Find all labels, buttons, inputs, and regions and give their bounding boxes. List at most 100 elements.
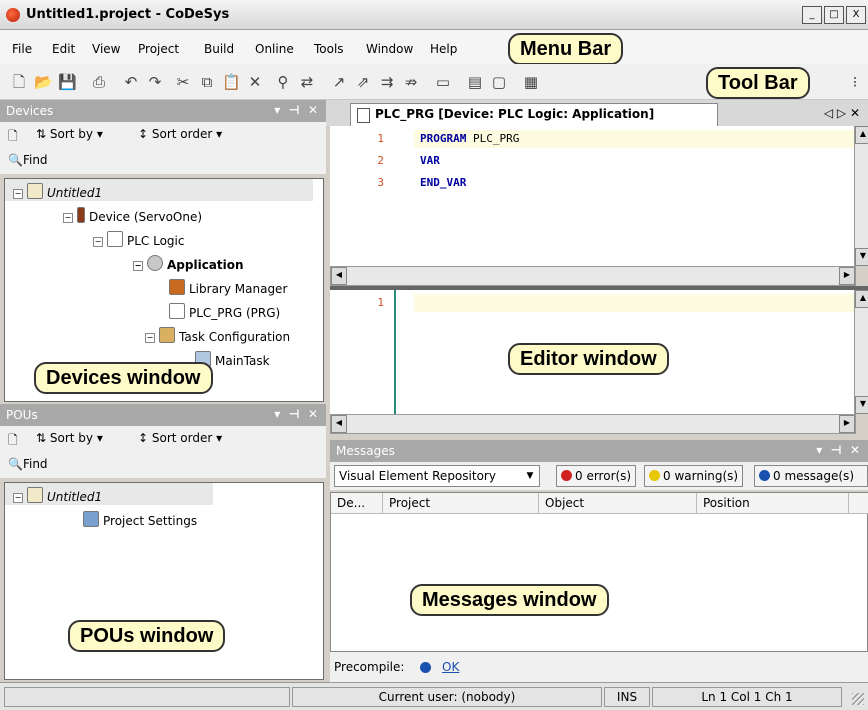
find-button[interactable]: 🔍Find [8,153,48,167]
errors-count: 0 error(s) [575,469,632,483]
scroll-left-icon[interactable]: ◀ [331,415,347,433]
devices-find-bar: 🔍Find [0,148,326,174]
editor-bottom-hscroll[interactable]: ◀ ▶ [330,414,856,434]
save-icon[interactable]: 💾 [58,73,77,91]
tree-node-library-manager[interactable]: Library Manager [169,279,287,296]
menu-build[interactable]: Build [204,42,234,56]
cut-icon[interactable]: ✂ [174,73,192,91]
tree-node-label: Project Settings [103,514,198,528]
collapse-icon[interactable]: − [13,189,23,199]
menu-file[interactable]: File [12,42,32,56]
callout-editor-window: Editor window [508,343,669,375]
message-source-select[interactable]: Visual Element Repository ▼ [334,465,540,487]
panel-controls-icon[interactable]: ▾ ⊣ ✕ [816,443,860,457]
delete-icon[interactable]: ✕ [246,73,264,91]
dropdown-arrow-icon[interactable]: ▼ [523,466,537,486]
logout-icon[interactable]: ⇏ [402,73,420,91]
precompile-status-link[interactable]: OK [442,660,459,674]
sort-order-button[interactable]: ↕ Sort order ▾ [138,127,222,141]
column-object[interactable]: Object [539,493,697,513]
editor-gutter-line [394,290,396,414]
find-button[interactable]: 🔍Find [8,457,48,471]
scroll-right-icon[interactable]: ▶ [839,415,855,433]
editor-tab-plc-prg[interactable]: PLC_PRG [Device: PLC Logic: Application] [350,103,718,126]
editor-bottom-vscroll[interactable]: ▲ ▼ [854,290,868,414]
minimize-button[interactable]: _ [802,6,822,24]
menu-help[interactable]: Help [430,42,457,56]
editor-tab-strip: PLC_PRG [Device: PLC Logic: Application]… [326,100,868,126]
build-icon[interactable]: ↗ [330,73,348,91]
add-pou-icon[interactable]: 🗋 [8,431,18,452]
message-source-value: Visual Element Repository [339,469,496,483]
editor-declaration-pane[interactable]: 1 2 3 PROGRAM PLC_PRG VAR END_VAR [330,126,854,266]
tab-nav-icons[interactable]: ◁ ▷ ✕ [824,106,860,120]
collapse-icon[interactable]: − [93,237,103,247]
collapse-icon[interactable]: − [13,493,23,503]
print-icon[interactable]: ⎙ [90,73,108,91]
column-position[interactable]: Position [697,493,849,513]
panel-controls-icon[interactable]: ▾ ⊣ ✕ [274,103,318,117]
menu-project[interactable]: Project [138,42,179,56]
menu-view[interactable]: View [92,42,120,56]
window-icon[interactable]: ▭ [434,73,452,91]
copy-icon[interactable]: ⧉ [198,73,216,91]
maximize-button[interactable]: □ [824,6,844,24]
menu-edit[interactable]: Edit [52,42,75,56]
editor-top-hscroll[interactable]: ◀ ▶ [330,266,856,286]
window-title: Untitled1.project - CoDeSys [26,7,230,22]
tree-node-task-configuration[interactable]: − Task Configuration [145,327,290,344]
login-icon[interactable]: ⇉ [378,73,396,91]
messages-filter-button[interactable]: 0 message(s) [754,465,868,487]
tree-node-project-settings[interactable]: Project Settings [83,511,197,528]
scroll-down-icon[interactable]: ▼ [855,248,868,266]
column-description[interactable]: De... [331,493,383,513]
resize-grip-icon[interactable] [852,693,864,705]
undo-icon[interactable]: ↶ [122,73,140,91]
new-page-icon[interactable]: ▢ [490,73,508,91]
tree-node-device[interactable]: − Device (ServoOne) [63,207,202,224]
scroll-right-icon[interactable]: ▶ [839,267,855,285]
warnings-filter-button[interactable]: 0 warning(s) [644,465,744,487]
open-folder-icon[interactable]: 📂 [34,73,53,91]
build-all-icon[interactable]: ⇗ [354,73,372,91]
scroll-down-icon[interactable]: ▼ [855,396,868,414]
scroll-left-icon[interactable]: ◀ [331,267,347,285]
menu-tools[interactable]: Tools [314,42,344,56]
replace-icon[interactable]: ⇄ [298,73,316,91]
tree-node-untitled1[interactable]: − Untitled1 [13,183,102,200]
line-number: 2 [377,154,384,167]
scroll-up-icon[interactable]: ▲ [855,290,868,308]
messages-count: 0 message(s) [773,469,854,483]
errors-filter-button[interactable]: 0 error(s) [556,465,637,487]
panel-controls-icon[interactable]: ▾ ⊣ ✕ [274,407,318,421]
new-object-icon[interactable]: ▤ [466,73,484,91]
redo-icon[interactable]: ↷ [146,73,164,91]
paste-icon[interactable]: 📋 [222,73,241,91]
calendar-icon[interactable]: ▦ [522,73,540,91]
cursor-position-status: Ln 1 Col 1 Ch 1 [652,687,842,707]
tree-node-plc-logic[interactable]: − PLC Logic [93,231,184,248]
tree-node-plc-prg[interactable]: PLC_PRG (PRG) [169,303,280,320]
precompile-label: Precompile: [334,660,405,674]
scroll-up-icon[interactable]: ▲ [855,126,868,144]
sort-by-label: Sort by [49,431,94,445]
add-device-icon[interactable]: 🗋 [8,127,18,148]
sort-order-button[interactable]: ↕ Sort order ▾ [138,431,222,445]
tree-node-label: PLC_PRG (PRG) [189,306,281,320]
menu-window[interactable]: Window [366,42,413,56]
find-icon[interactable]: ⚲ [274,73,292,91]
new-file-icon[interactable]: 🗋 [10,73,28,91]
menu-online[interactable]: Online [255,42,294,56]
column-project[interactable]: Project [383,493,539,513]
overflow-icon[interactable]: ⁝ [846,73,864,91]
sort-by-button[interactable]: ⇅ Sort by ▾ [36,431,103,445]
tree-node-untitled1[interactable]: − Untitled1 [13,487,102,504]
collapse-icon[interactable]: − [63,213,73,223]
collapse-icon[interactable]: − [145,333,155,343]
editor-top-vscroll[interactable]: ▲ ▼ [854,126,868,266]
callout-pous-window: POUs window [68,620,226,652]
tree-node-application[interactable]: − Application [133,255,244,272]
sort-by-button[interactable]: ⇅ Sort by ▾ [36,127,103,141]
close-button[interactable]: X [846,6,866,24]
collapse-icon[interactable]: − [133,261,143,271]
